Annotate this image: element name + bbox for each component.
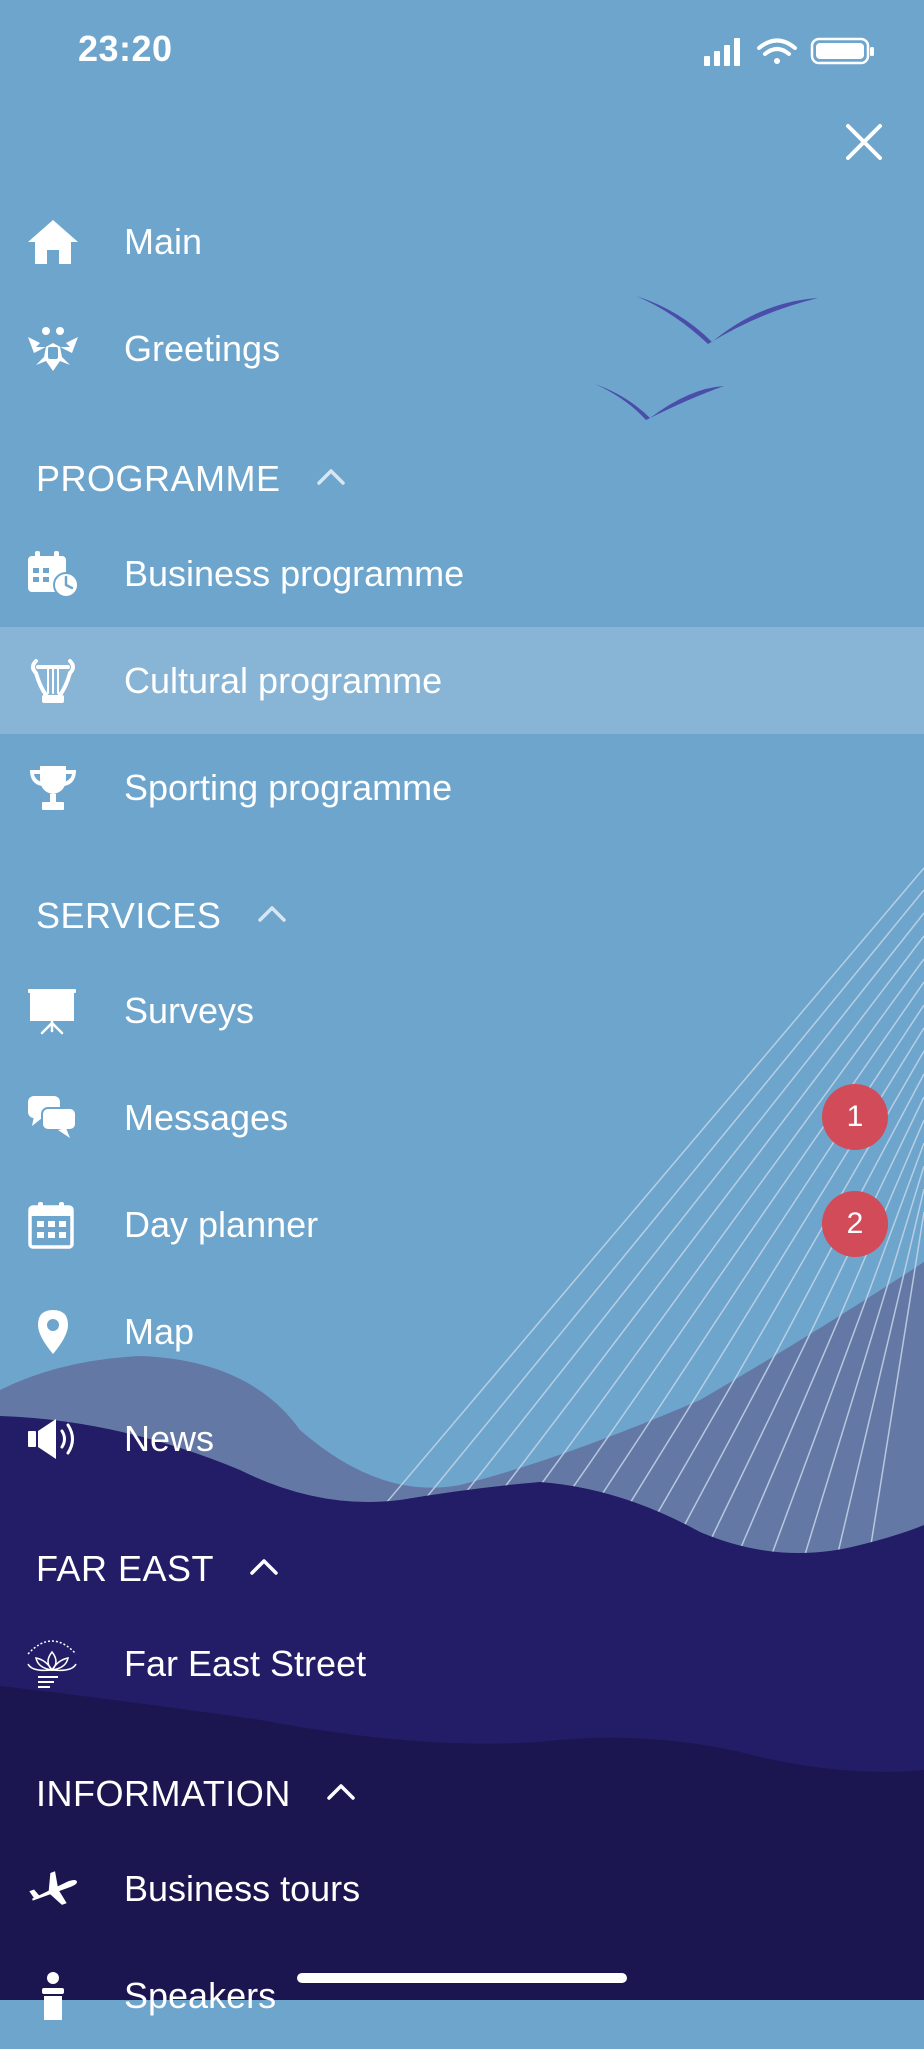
menu-item-cultural-programme[interactable]: Cultural programme	[0, 627, 924, 734]
status-icons	[704, 37, 874, 66]
chevron-up-icon	[327, 1784, 356, 1801]
section-header-far-east[interactable]: FAR EAST	[36, 1539, 280, 1599]
status-time: 23:20	[78, 28, 173, 69]
eagle-emblem-icon	[28, 327, 78, 371]
megaphone-icon	[28, 1419, 74, 1459]
trophy-icon	[30, 766, 76, 810]
presentation-board-icon	[28, 989, 76, 1035]
close-icon[interactable]	[834, 112, 894, 172]
menu-item-news[interactable]: News	[0, 1385, 924, 1492]
section-header-information[interactable]: INFORMATION	[36, 1764, 357, 1824]
menu-item-sporting-programme[interactable]: Sporting programme	[0, 734, 924, 841]
menu-item-surveys[interactable]: Surveys	[0, 957, 924, 1064]
unread-badge: 1	[822, 1084, 888, 1150]
speaker-podium-icon	[42, 1972, 64, 2020]
menu-item-greetings[interactable]: Greetings	[0, 295, 924, 402]
menu-item-speakers[interactable]: Speakers	[0, 1942, 924, 2049]
menu-item-label: Map	[124, 1311, 195, 1352]
map-pin-icon	[38, 1310, 68, 1354]
chevron-up-icon	[317, 469, 345, 486]
section-title: INFORMATION	[36, 1773, 291, 1814]
menu-item-main[interactable]: Main	[0, 188, 924, 295]
menu-item-business-tours[interactable]: Business tours	[0, 1835, 924, 1942]
section-title: PROGRAMME	[36, 458, 281, 499]
menu-item-label: Sporting programme	[124, 767, 453, 808]
menu-item-label: Day planner	[124, 1204, 319, 1245]
menu-item-label: Surveys	[124, 990, 255, 1031]
count-badge: 2	[822, 1191, 888, 1257]
menu-item-label: Cultural programme	[124, 660, 443, 701]
menu-item-map[interactable]: Map	[0, 1278, 924, 1385]
section-title: SERVICES	[36, 895, 222, 936]
airplane-icon	[29, 1871, 77, 1905]
wifi-icon	[757, 38, 797, 64]
signal-icon	[704, 38, 740, 66]
menu-item-label: Speakers	[124, 1975, 277, 2016]
menu-item-day-planner[interactable]: Day planner 2	[0, 1171, 924, 1278]
menu-item-label: Far East Street	[124, 1643, 367, 1684]
home-icon	[28, 220, 78, 264]
calendar-icon	[28, 1202, 74, 1249]
chat-bubbles-icon	[28, 1096, 77, 1138]
menu-item-label: News	[124, 1418, 215, 1459]
menu-item-label: Business tours	[124, 1868, 361, 1909]
chevron-up-icon	[250, 1559, 278, 1576]
chevron-up-icon	[258, 906, 286, 923]
menu-item-label: Business programme	[124, 553, 465, 594]
home-indicator[interactable]	[297, 1973, 627, 1983]
section-title: FAR EAST	[36, 1548, 214, 1589]
far-east-street-logo	[27, 1640, 77, 1688]
section-header-services[interactable]: SERVICES	[36, 886, 288, 946]
section-header-programme[interactable]: PROGRAMME	[36, 449, 347, 509]
menu-item-messages[interactable]: Messages 1	[0, 1064, 924, 1171]
battery-icon	[810, 37, 874, 65]
menu-item-label: Greetings	[124, 328, 281, 369]
lyre-icon	[31, 659, 75, 703]
menu-item-business-programme[interactable]: Business programme	[0, 520, 924, 627]
calendar-clock-icon	[28, 551, 79, 598]
menu-item-label: Messages	[124, 1097, 289, 1138]
menu-item-far-east-street[interactable]: Far East Street	[0, 1610, 924, 1717]
menu-item-label: Main	[124, 221, 203, 262]
